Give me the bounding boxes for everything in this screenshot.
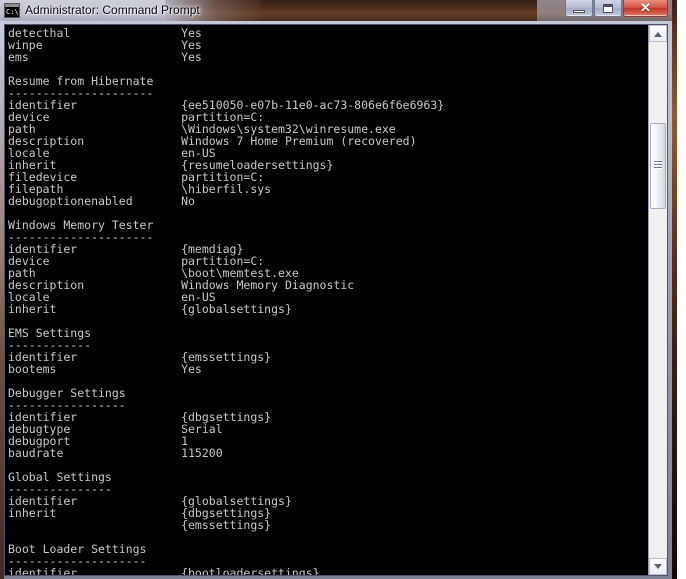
command-prompt-window[interactable]: ··· C:\ Administrator: Command Prompt ✕ … xyxy=(0,0,672,579)
icon-prompt-text: C:\ xyxy=(5,7,19,17)
scrollbar-thumb[interactable] xyxy=(650,123,666,209)
console-client-area[interactable]: detecthal Yes winpe Yes ems Yes Resume from… xyxy=(4,24,668,576)
maximize-button[interactable] xyxy=(594,0,622,17)
scroll-up-arrow-icon xyxy=(654,31,662,37)
console-line: identifier {bootloadersettings} xyxy=(8,566,320,575)
maximize-icon xyxy=(603,4,613,13)
console-output[interactable]: detecthal Yes winpe Yes ems Yes Resume from… xyxy=(5,25,648,575)
scrollbar-grip-icon xyxy=(654,161,662,171)
console-line: baudrate 115200 xyxy=(8,446,223,460)
command-prompt-icon[interactable]: ··· C:\ xyxy=(4,3,20,18)
close-button[interactable]: ✕ xyxy=(623,0,668,17)
window-title: Administrator: Command Prompt xyxy=(25,3,200,17)
minimize-icon xyxy=(573,10,585,13)
console-line: debugoptionenabled No xyxy=(8,194,195,208)
caption-buttons: ✕ xyxy=(564,0,668,18)
scroll-down-arrow-icon xyxy=(654,563,662,569)
console-line: bootems Yes xyxy=(8,362,202,376)
window-left-border xyxy=(0,21,4,579)
scroll-down-button[interactable] xyxy=(649,558,667,575)
desktop-white-margin xyxy=(677,0,686,579)
minimize-button[interactable] xyxy=(565,0,593,17)
window-titlebar[interactable]: ··· C:\ Administrator: Command Prompt ✕ xyxy=(0,0,672,21)
console-line: inherit {globalsettings} xyxy=(8,302,292,316)
close-icon: ✕ xyxy=(640,0,651,15)
vertical-scrollbar[interactable] xyxy=(648,25,667,575)
console-line: ems Yes xyxy=(8,50,202,64)
scroll-up-button[interactable] xyxy=(649,25,667,42)
console-line: {emssettings} xyxy=(8,518,272,532)
console-line: EMS Settings xyxy=(8,326,92,340)
window-body: detecthal Yes winpe Yes ems Yes Resume from… xyxy=(0,21,672,579)
